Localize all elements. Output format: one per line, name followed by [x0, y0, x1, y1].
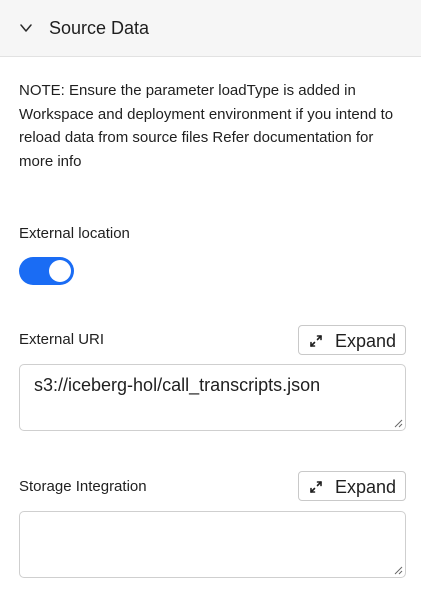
source-data-section-header[interactable]: Source Data	[0, 0, 421, 57]
external-location-label: External location	[19, 225, 130, 242]
section-title: Source Data	[49, 18, 150, 38]
expand-arrows-icon	[310, 335, 322, 347]
chevron-down-icon	[20, 24, 32, 32]
expand-label: Expand	[335, 331, 397, 351]
storage-integration-expand-button[interactable]: Expand	[298, 471, 406, 501]
resize-grip-icon[interactable]	[394, 419, 403, 428]
external-uri-value: s3://iceberg-hol/call_transcripts.json	[34, 375, 321, 395]
external-uri-expand-button[interactable]: Expand	[298, 325, 406, 355]
external-location-toggle[interactable]	[19, 257, 74, 285]
resize-grip-icon[interactable]	[394, 566, 403, 575]
source-data-panel: Source Data NOTE: Ensure the parameter l…	[0, 0, 421, 598]
load-type-note: NOTE: Ensure the parameter loadType is a…	[19, 82, 394, 170]
storage-integration-textarea[interactable]	[19, 511, 406, 578]
external-uri-label: External URI	[19, 331, 105, 348]
storage-integration-label: Storage Integration	[19, 478, 147, 495]
toggle-knob	[49, 260, 71, 282]
expand-arrows-icon	[310, 481, 322, 493]
expand-label: Expand	[335, 477, 397, 497]
external-uri-textarea[interactable]: s3://iceberg-hol/call_transcripts.json	[19, 364, 406, 431]
